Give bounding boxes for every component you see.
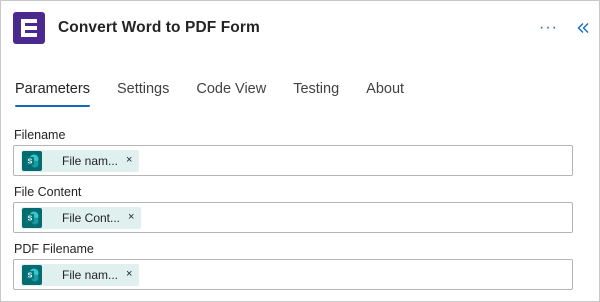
- header-actions: ···: [539, 20, 589, 36]
- svg-text:S: S: [28, 272, 33, 279]
- filename-input[interactable]: S File nam... ×: [13, 145, 573, 176]
- remove-token-icon[interactable]: ×: [128, 212, 134, 223]
- dynamic-content-token[interactable]: S File Cont... ×: [21, 206, 142, 229]
- token-label: File nam...: [62, 153, 119, 168]
- pdf-filename-label: PDF Filename: [14, 242, 94, 256]
- action-panel: Convert Word to PDF Form ··· Parameters …: [0, 0, 600, 302]
- file-content-field-group: File Content S File Cont... ×: [13, 185, 573, 233]
- svg-text:S: S: [28, 158, 33, 165]
- sharepoint-icon: S: [22, 264, 42, 285]
- panel-header: Convert Word to PDF Form ···: [13, 11, 589, 45]
- sharepoint-icon: S: [22, 207, 42, 228]
- collapse-panel-icon[interactable]: [577, 22, 589, 34]
- token-label: File nam...: [62, 267, 119, 282]
- panel-title: Convert Word to PDF Form: [58, 19, 260, 36]
- file-content-label: File Content: [14, 185, 82, 199]
- tab-settings[interactable]: Settings: [117, 81, 169, 103]
- connector-logo-icon: [13, 12, 45, 44]
- dynamic-content-token[interactable]: S File nam... ×: [21, 263, 140, 286]
- more-options-button[interactable]: ···: [539, 20, 558, 36]
- tab-code-view[interactable]: Code View: [196, 81, 266, 103]
- file-content-input[interactable]: S File Cont... ×: [13, 202, 573, 233]
- pdf-filename-field-group: PDF Filename S File nam... ×: [13, 242, 573, 290]
- tab-testing[interactable]: Testing: [293, 81, 339, 103]
- filename-field-group: Filename S File nam... ×: [13, 128, 573, 176]
- remove-token-icon[interactable]: ×: [126, 155, 132, 166]
- token-label: File Cont...: [62, 210, 121, 225]
- dynamic-content-token[interactable]: S File nam... ×: [21, 149, 140, 172]
- remove-token-icon[interactable]: ×: [126, 269, 132, 280]
- tab-parameters[interactable]: Parameters: [15, 81, 90, 107]
- sharepoint-icon: S: [22, 150, 42, 171]
- tab-about[interactable]: About: [366, 81, 404, 103]
- tab-bar: Parameters Settings Code View Testing Ab…: [15, 81, 431, 107]
- svg-text:S: S: [28, 215, 33, 222]
- pdf-filename-input[interactable]: S File nam... ×: [13, 259, 573, 290]
- filename-label: Filename: [14, 128, 66, 142]
